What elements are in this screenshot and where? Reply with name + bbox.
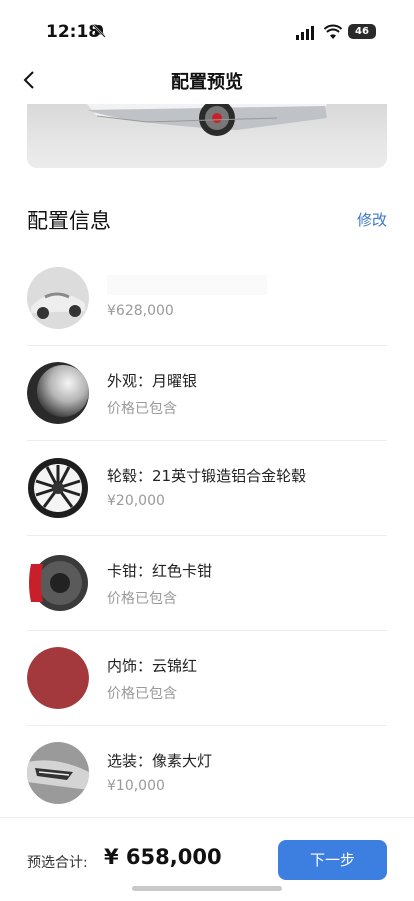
total-value: ¥ 658,000 xyxy=(104,845,222,869)
item-price: ¥20,000 xyxy=(107,493,165,509)
car-preview-image xyxy=(27,104,387,168)
headlight-icon xyxy=(27,742,89,804)
item-price: ¥628,000 xyxy=(107,303,174,319)
item-name: 内饰：云锦红 xyxy=(107,657,198,675)
list-item: 选装：像素大灯 ¥10,000 xyxy=(27,730,387,820)
item-name: 选装：像素大灯 xyxy=(107,752,213,770)
item-price: 价格已包含 xyxy=(107,686,177,702)
cellular-signal-icon xyxy=(296,26,314,40)
nav-bar: 配置预览 xyxy=(0,56,414,104)
paint-silver-icon xyxy=(27,362,89,424)
list-item: 内饰：云锦红 价格已包含 xyxy=(27,635,387,726)
list-item: 外观：月曜银 价格已包含 xyxy=(27,350,387,441)
list-item: ¥628,000 xyxy=(27,255,387,346)
interior-red-icon xyxy=(27,647,89,709)
next-step-button[interactable]: 下一步 xyxy=(278,840,387,880)
page-title: 配置预览 xyxy=(171,72,243,93)
wheel-icon xyxy=(27,457,89,519)
list-item: 卡钳：红色卡钳 价格已包含 xyxy=(27,540,387,631)
total-label: 预选合计: xyxy=(27,855,88,871)
status-bar: 12:18 46 xyxy=(0,0,414,56)
item-price: 价格已包含 xyxy=(107,591,177,607)
silent-bell-icon xyxy=(92,24,106,38)
battery-icon: 46 xyxy=(348,24,376,39)
item-price: 价格已包含 xyxy=(107,401,177,417)
section-title: 配置信息 xyxy=(27,209,111,233)
list-item: 轮毂：21英寸锻造铝合金轮毂 ¥20,000 xyxy=(27,445,387,536)
item-name: 卡钳：红色卡钳 xyxy=(107,562,213,580)
car-model-icon xyxy=(27,267,89,329)
car-render-icon xyxy=(87,104,327,136)
item-name: 轮毂：21英寸锻造铝合金轮毂 xyxy=(107,467,307,485)
caliper-icon xyxy=(27,552,89,614)
item-name-redacted xyxy=(107,275,267,295)
home-indicator[interactable] xyxy=(132,886,282,891)
wifi-icon xyxy=(324,24,342,39)
edit-button[interactable]: 修改 xyxy=(357,209,387,230)
item-name: 外观：月曜银 xyxy=(107,372,198,390)
item-price: ¥10,000 xyxy=(107,778,165,794)
